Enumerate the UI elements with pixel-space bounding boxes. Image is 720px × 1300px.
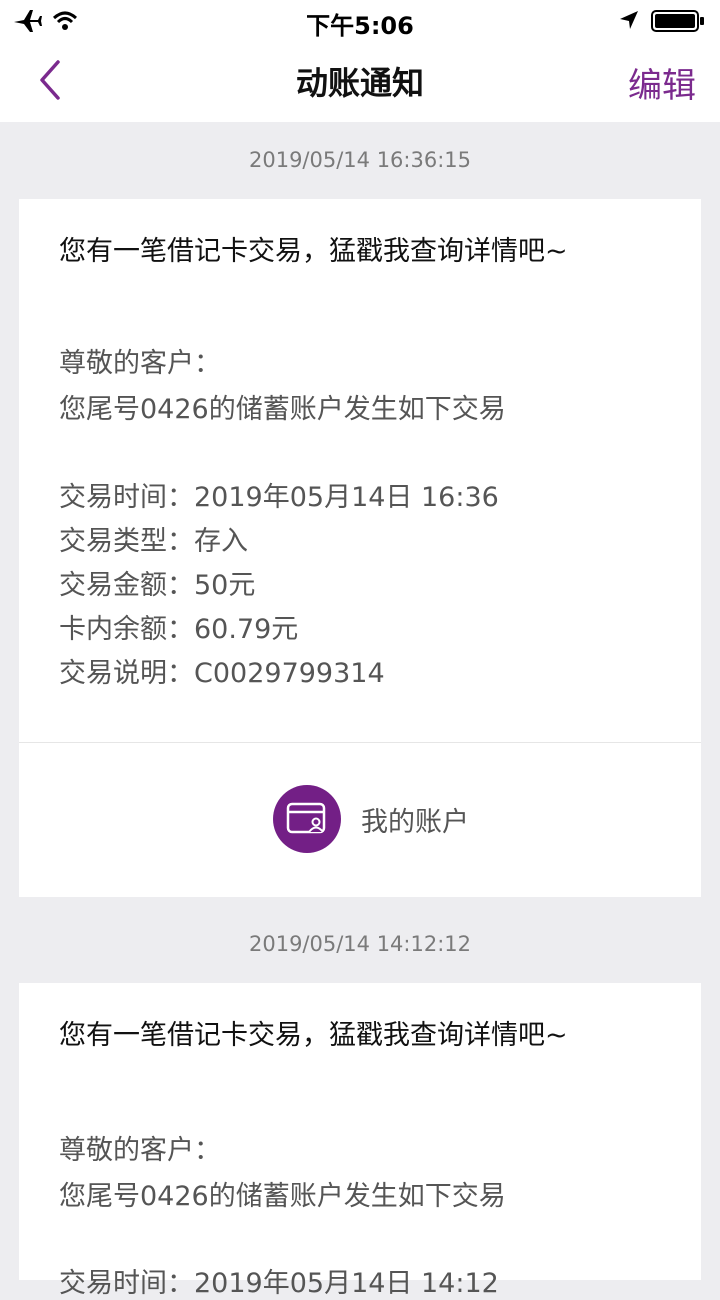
my-account-button[interactable]: 我的账户: [273, 785, 469, 853]
edit-button[interactable]: 编辑: [628, 58, 696, 107]
page-title: 动账通知: [295, 64, 424, 102]
detail-line: 交易时间：2019年05月14日 16:36: [59, 482, 499, 513]
message-title: 您有一笔借记卡交易，猛戳我查询详情吧~: [59, 1020, 568, 1051]
detail-line: 卡内余额：60.79元: [59, 614, 299, 645]
detail-line: 交易类型：存入: [59, 526, 248, 557]
intro-text: 您尾号0426的储蓄账户发生如下交易: [59, 1181, 506, 1212]
detail-line: 交易说明：C0029799314: [59, 658, 385, 689]
status-right: [618, 8, 708, 36]
detail-line: 交易时间：2019年05月14日 14:12: [59, 1268, 499, 1299]
detail-line: 交易金额：50元: [59, 570, 256, 601]
nav-bar: 动账通知 编辑: [0, 40, 720, 122]
card-divider: [19, 742, 701, 743]
intro-text: 您尾号0426的储蓄账户发生如下交易: [59, 394, 506, 425]
message-title: 您有一笔借记卡交易，猛戳我查询详情吧~: [59, 236, 568, 267]
message-card[interactable]: 您有一笔借记卡交易，猛戳我查询详情吧~ 尊敬的客户： 您尾号0426的储蓄账户发…: [19, 983, 701, 1299]
account-card-icon: [273, 785, 341, 853]
greeting-text: 尊敬的客户：: [59, 1135, 221, 1166]
message-timestamp: 2019/05/14 14:12:12: [248, 932, 472, 956]
message-card[interactable]: 您有一笔借记卡交易，猛戳我查询详情吧~ 尊敬的客户： 您尾号0426的储蓄账户发…: [19, 199, 701, 897]
greeting-text: 尊敬的客户：: [59, 348, 221, 379]
status-time: 下午5:06: [306, 12, 414, 40]
location-arrow-icon: [620, 11, 638, 29]
battery-icon: [651, 10, 704, 32]
message-timestamp: 2019/05/14 16:36:15: [248, 148, 472, 172]
my-account-label: 我的账户: [361, 806, 469, 838]
status-bar: 下午5:06: [0, 0, 720, 40]
